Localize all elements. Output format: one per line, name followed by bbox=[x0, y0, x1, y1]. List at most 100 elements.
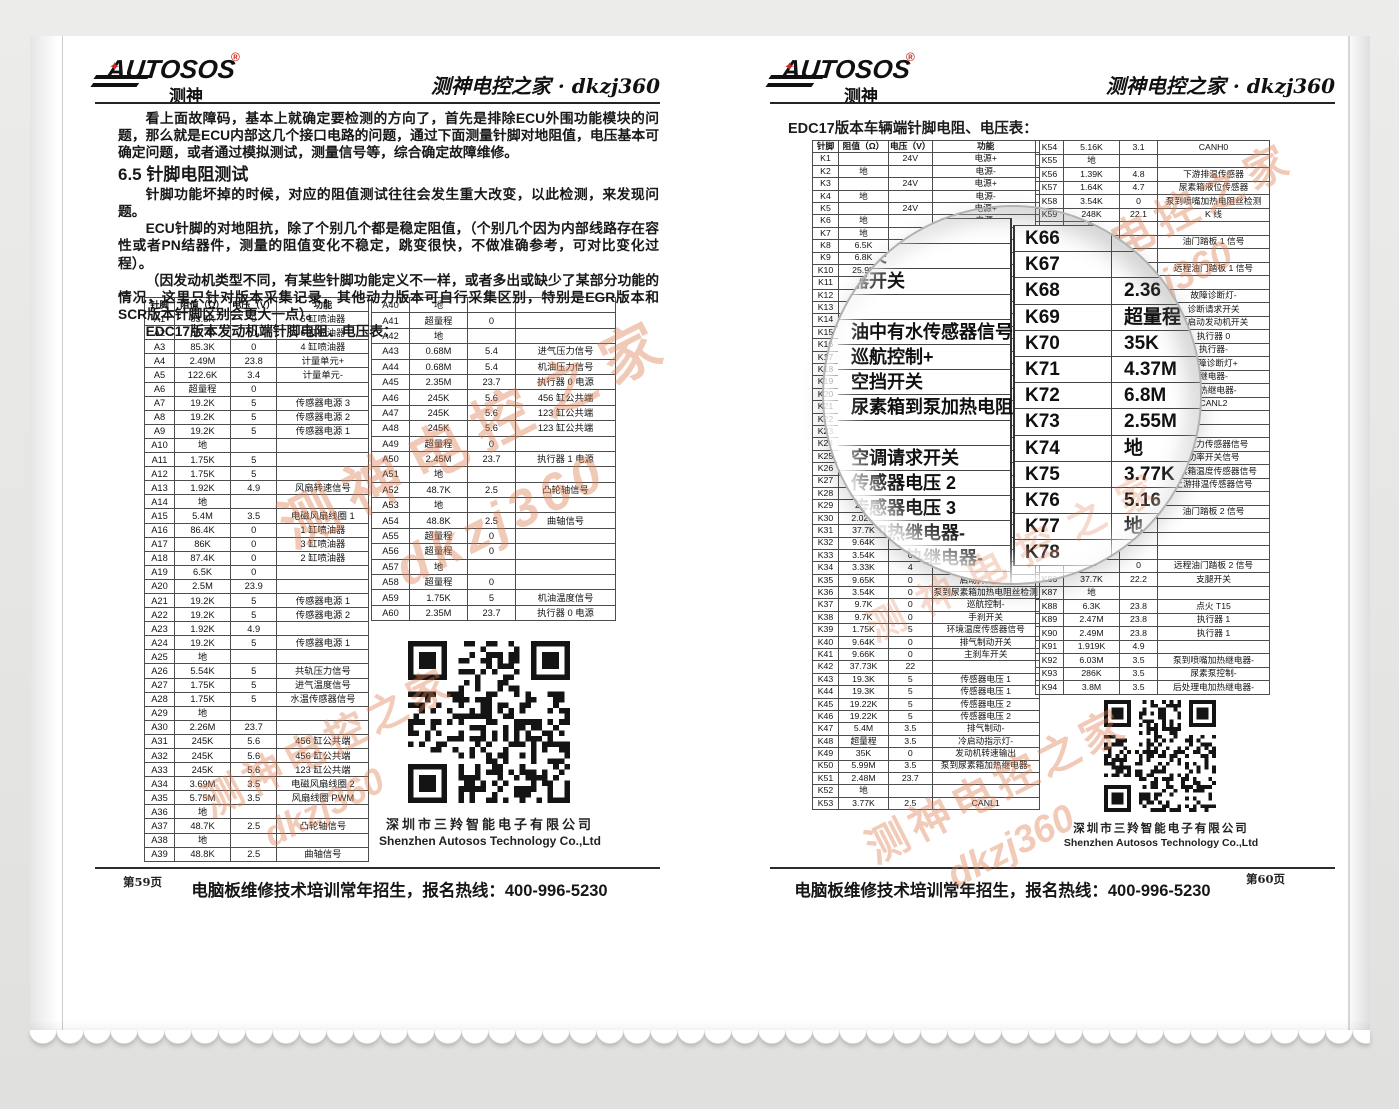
cell: 24V bbox=[889, 178, 933, 190]
cell: 9.66K bbox=[839, 649, 889, 661]
cell bbox=[932, 525, 1039, 537]
cell bbox=[932, 277, 1039, 289]
cell: A25 bbox=[145, 650, 175, 664]
cell: 5 bbox=[889, 698, 933, 710]
cell: A60 bbox=[372, 605, 410, 620]
cell bbox=[889, 264, 933, 276]
table-row: K524V电源+ bbox=[813, 202, 1040, 214]
cell bbox=[1036, 330, 1064, 344]
cell bbox=[1036, 438, 1064, 452]
cell bbox=[1064, 276, 1120, 290]
cell bbox=[1036, 532, 1064, 546]
cell: 35K bbox=[839, 748, 889, 760]
table-row: K475.4M3.5排气制动- bbox=[813, 723, 1040, 735]
cell: 5.4M bbox=[175, 509, 231, 523]
cell: A10 bbox=[145, 438, 175, 452]
table-row: K571.64K4.7尿素箱液位传感器 bbox=[1036, 181, 1270, 195]
cell bbox=[277, 382, 369, 396]
cell bbox=[277, 467, 369, 481]
table-row: K379.7K0巡航控制- bbox=[813, 599, 1040, 611]
cell: 启动开关 T50 bbox=[932, 574, 1039, 586]
cell bbox=[932, 475, 1039, 487]
table-row: A6超量程0 bbox=[145, 382, 369, 396]
cell: K34 bbox=[813, 562, 839, 574]
cell bbox=[277, 495, 369, 509]
cell: 3.8M bbox=[1064, 681, 1120, 695]
cell: 执行器- bbox=[1158, 343, 1270, 357]
cell bbox=[1158, 492, 1270, 506]
header-rule bbox=[770, 102, 1335, 104]
table-row: 油门踏板 1 信号 bbox=[1036, 235, 1270, 249]
cell: 加热继电器- bbox=[1158, 384, 1270, 398]
cell: 传感器电源 2 bbox=[277, 608, 369, 622]
cell bbox=[1064, 235, 1120, 249]
engine-pin-table-col1: 针脚阻值（Ω）电压（V）功能A183.5K05 缸喷油器A285.7K06 缸喷… bbox=[144, 297, 369, 862]
table-row: 远程油门踏板 1 信号 bbox=[1036, 262, 1270, 276]
cell: CANL1 bbox=[932, 797, 1039, 809]
table-row: A502.45M23.7执行器 1 电源 bbox=[372, 451, 616, 466]
cell: 85.3K bbox=[175, 340, 231, 354]
cell bbox=[1036, 451, 1064, 465]
cell: 48.7K bbox=[410, 482, 468, 497]
cell: 地 bbox=[175, 650, 231, 664]
cell: 2.35M bbox=[410, 605, 468, 620]
cell bbox=[1064, 505, 1120, 519]
cell bbox=[932, 240, 1039, 252]
cell: 9.7K bbox=[839, 599, 889, 611]
cell: A34 bbox=[145, 777, 175, 791]
cell: 地 bbox=[839, 190, 889, 202]
cell bbox=[1158, 222, 1270, 236]
cell: 1.75K bbox=[175, 692, 231, 706]
cell: 5 bbox=[231, 608, 277, 622]
cell: A28 bbox=[145, 692, 175, 706]
table-row bbox=[1036, 249, 1270, 263]
cell: K91 bbox=[1036, 640, 1064, 654]
cell: 3.77K bbox=[839, 797, 889, 809]
cell bbox=[1158, 532, 1270, 546]
cell: K46 bbox=[813, 710, 839, 722]
table-row: A602.35M23.7执行器 0 电源 bbox=[372, 605, 616, 620]
column-header: 针脚 bbox=[813, 141, 839, 153]
cell bbox=[516, 436, 616, 451]
cell: 22 bbox=[889, 661, 933, 673]
cell bbox=[1120, 357, 1158, 371]
cell: 4.9 bbox=[231, 481, 277, 495]
table-row: 0远程油门踏板 2 信号 bbox=[1036, 559, 1270, 573]
cell: 456 缸公共端 bbox=[516, 390, 616, 405]
table-row: A430.68M5.4进气压力信号 bbox=[372, 344, 616, 359]
table-row: K512.48M23.7 bbox=[813, 772, 1040, 784]
cell: A13 bbox=[145, 481, 175, 495]
table-row: K4619.22K5传感器电压 2 bbox=[813, 710, 1040, 722]
cell: A39 bbox=[145, 847, 175, 861]
cell: A30 bbox=[145, 720, 175, 734]
header-rule bbox=[95, 102, 660, 104]
cell bbox=[839, 438, 889, 450]
cell: 3.5 bbox=[231, 777, 277, 791]
table-row: K96.8K bbox=[813, 252, 1040, 264]
cell: 3.33K bbox=[839, 562, 889, 574]
cell: A17 bbox=[145, 537, 175, 551]
cell: K38 bbox=[813, 611, 839, 623]
cell: A5 bbox=[145, 368, 175, 382]
cell: K12 bbox=[813, 289, 839, 301]
cell: 传感器电源 3 bbox=[277, 396, 369, 410]
cell: 19.2K bbox=[175, 396, 231, 410]
cell: 87.4K bbox=[175, 551, 231, 565]
table-row: A32245K5.6456 缸公共端 bbox=[145, 749, 369, 763]
cell: K47 bbox=[813, 723, 839, 735]
cell: 3.1 bbox=[1120, 141, 1158, 155]
table-row: A42.49M23.8计量单元+ bbox=[145, 354, 369, 368]
cell: K19 bbox=[813, 376, 839, 388]
table-row: A2219.2K5传感器电源 2 bbox=[145, 608, 369, 622]
cell: K58 bbox=[1036, 195, 1064, 209]
footer-training-text: 电脑板维修技术培训常年招生，报名热线：400-996-5230 bbox=[95, 877, 660, 901]
cell: K5 bbox=[813, 202, 839, 214]
table-row: K86.5K0 bbox=[813, 240, 1040, 252]
cell: A19 bbox=[145, 565, 175, 579]
body-text-block: 看上面故障码，基本上就确定要检测的方向了，首先是排除ECU外围功能模块的问题，那… bbox=[118, 110, 659, 341]
cell bbox=[1064, 384, 1120, 398]
cell: 手刹开关 bbox=[932, 611, 1039, 623]
cell: CANH0 bbox=[1158, 141, 1270, 155]
cell: 123 缸公共端 bbox=[277, 763, 369, 777]
cell: 5 bbox=[231, 636, 277, 650]
